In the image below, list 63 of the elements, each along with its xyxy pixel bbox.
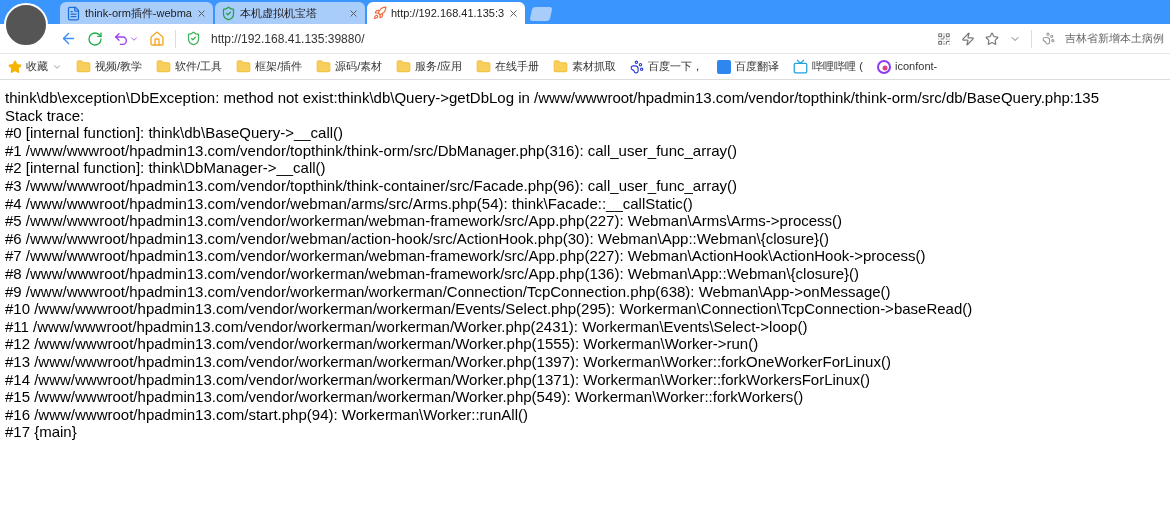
browser-tab[interactable]: think-orm插件-webma: [60, 2, 213, 24]
error-text-line: #8 /www/wwwroot/hpadmin13.com/vendor/workerman/webman-framework/src/App.php(136): Webman\App::Webman\{closure}(): [5, 264, 860, 283]
reload-icon[interactable]: [87, 30, 103, 47]
folder-icon: [156, 59, 172, 74]
bookmark-item[interactable]: 在线手册: [476, 58, 540, 75]
back-icon[interactable]: [60, 30, 77, 47]
folder-icon: [553, 59, 569, 74]
error-text-line: #7 /www/wwwroot/hpadmin13.com/vendor/workerman/webman-framework/src/App.php(227): Webman\ActionHook\ActionHook->process(): [5, 247, 927, 265]
tv-icon: [793, 59, 809, 74]
bookmark-item[interactable]: 百度一下，: [630, 58, 704, 75]
error-text-line: #1 /www/wwwroot/hpadmin13.com/vendor/topthink/think-orm/src/DbManager.php(316): call_user_func_array(): [5, 141, 738, 160]
error-text-line: Stack trace:: [5, 106, 86, 125]
avatar[interactable]: [4, 3, 48, 47]
bookmark-item[interactable]: 视频/教学: [76, 58, 143, 75]
error-text-line: #5 /www/wwwroot/hpadmin13.com/vendor/workerman/webman-framework/src/App.php(227): Webman\Arms\Arms->process(): [5, 212, 844, 230]
bookmark-item[interactable]: 服务/应用: [396, 58, 463, 75]
search-field[interactable]: 吉林省新增本土病例: [1065, 30, 1164, 47]
error-text-line: #16 /www/wwwroot/hpadmin13.com/start.php(94): Workerman\Worker::runAll(): [5, 405, 529, 424]
error-text-line: #3 /www/wwwroot/hpadmin13.com/vendor/topthink/think-container/src/Facade.php(96): call_user_func_array(): [5, 176, 738, 195]
browser-tab[interactable]: http://192.168.41.135:3: [366, 2, 526, 24]
paw-icon: [1042, 32, 1055, 45]
qr-code-icon[interactable]: [937, 31, 951, 46]
rocket-icon: [372, 6, 387, 20]
folder-icon: [76, 59, 91, 74]
close-icon[interactable]: [195, 7, 207, 19]
error-text-line: think\db\exception\DbException: method not exist:think\db\Query->getDbLog in /www/wwwroot/hpadmin13.com/vendor/topthink/think-orm/src/db/BaseQuery.php:135: [5, 89, 1101, 107]
star-icon: [8, 59, 22, 74]
error-text-line: #12 /www/wwwroot/hpadmin13.com/vendor/workerman/workerman/Worker.php(1555): Workerman\Worker->run(): [5, 335, 760, 353]
close-icon[interactable]: [508, 7, 520, 19]
paw-icon: [630, 59, 645, 74]
error-text-line: #17 {main}: [5, 423, 78, 441]
lightning-icon[interactable]: [961, 31, 975, 46]
bookmark-item[interactable]: 哔哩哔哩 (: [793, 58, 864, 75]
undo-icon[interactable]: [113, 30, 139, 47]
bookmark-item[interactable]: 软件/工具: [156, 58, 223, 75]
folder-icon: [236, 59, 252, 74]
error-text-line: #13 /www/wwwroot/hpadmin13.com/vendor/workerman/workerman/Worker.php(1397): Workerman\Worker::forkOneWorkerForLinux(): [5, 352, 892, 371]
bookmark-item[interactable]: 收藏: [8, 58, 62, 75]
bookmark-item[interactable]: 百度翻译: [717, 58, 780, 75]
shield-icon: [220, 5, 236, 21]
bookmark-item[interactable]: iconfont-: [877, 58, 938, 75]
bookmark-item[interactable]: 素材抓取: [553, 58, 617, 75]
star-icon[interactable]: [985, 31, 999, 46]
error-text-line: #11 /www/wwwroot/hpadmin13.com/vendor/workerman/workerman/Worker.php(2431): Workerman\Events\Select->loop(): [5, 317, 809, 336]
folder-icon: [476, 59, 492, 74]
address-field[interactable]: http://192.168.41.135:39880/: [211, 29, 927, 48]
error-text-line: #6 /www/wwwroot/hpadmin13.com/vendor/webman/action-hook/src/ActionHook.php(30): Webman\App::Webman\{closure}(): [5, 229, 830, 248]
translate-icon: [717, 59, 732, 74]
folder-icon: [316, 59, 332, 74]
bookmark-item[interactable]: 框架/插件: [236, 58, 303, 75]
bookmark-item[interactable]: 源码/素材: [316, 58, 383, 75]
folder-icon: [396, 59, 412, 74]
error-text-line: #4 /www/wwwroot/hpadmin13.com/vendor/webman/arms/src/Arms.php(54): think\Facade::__callStatic(): [5, 194, 694, 213]
shield-icon: [186, 31, 201, 46]
error-text-line: #2 [internal function]: think\DbManager->__call(): [5, 159, 327, 177]
error-text-line: #10 /www/wwwroot/hpadmin13.com/vendor/workerman/workerman/Events/Select.php(295): Workerman\Connection\TcpConnection->baseRead(): [5, 300, 974, 318]
error-text-line: #15 /www/wwwroot/hpadmin13.com/vendor/workerman/workerman/Worker.php(549): Workerman\Worker::forkWorkers(): [5, 388, 805, 406]
error-text-line: #14 /www/wwwroot/hpadmin13.com/vendor/workerman/workerman/Worker.php(1371): Workerman\Worker::forkWorkersForLinux(): [5, 370, 872, 389]
error-text-line: #0 [internal function]: think\db\BaseQuery->__call(): [5, 124, 345, 142]
error-text-line: #9 /www/wwwroot/hpadmin13.com/vendor/workerman/workerman/Connection/TcpConnection.php(638): Webman\App->onMessage(): [5, 282, 892, 301]
browser-tab[interactable]: 本机虚拟机宝塔: [214, 2, 365, 24]
document-icon: [66, 5, 81, 21]
close-icon[interactable]: [347, 7, 359, 19]
